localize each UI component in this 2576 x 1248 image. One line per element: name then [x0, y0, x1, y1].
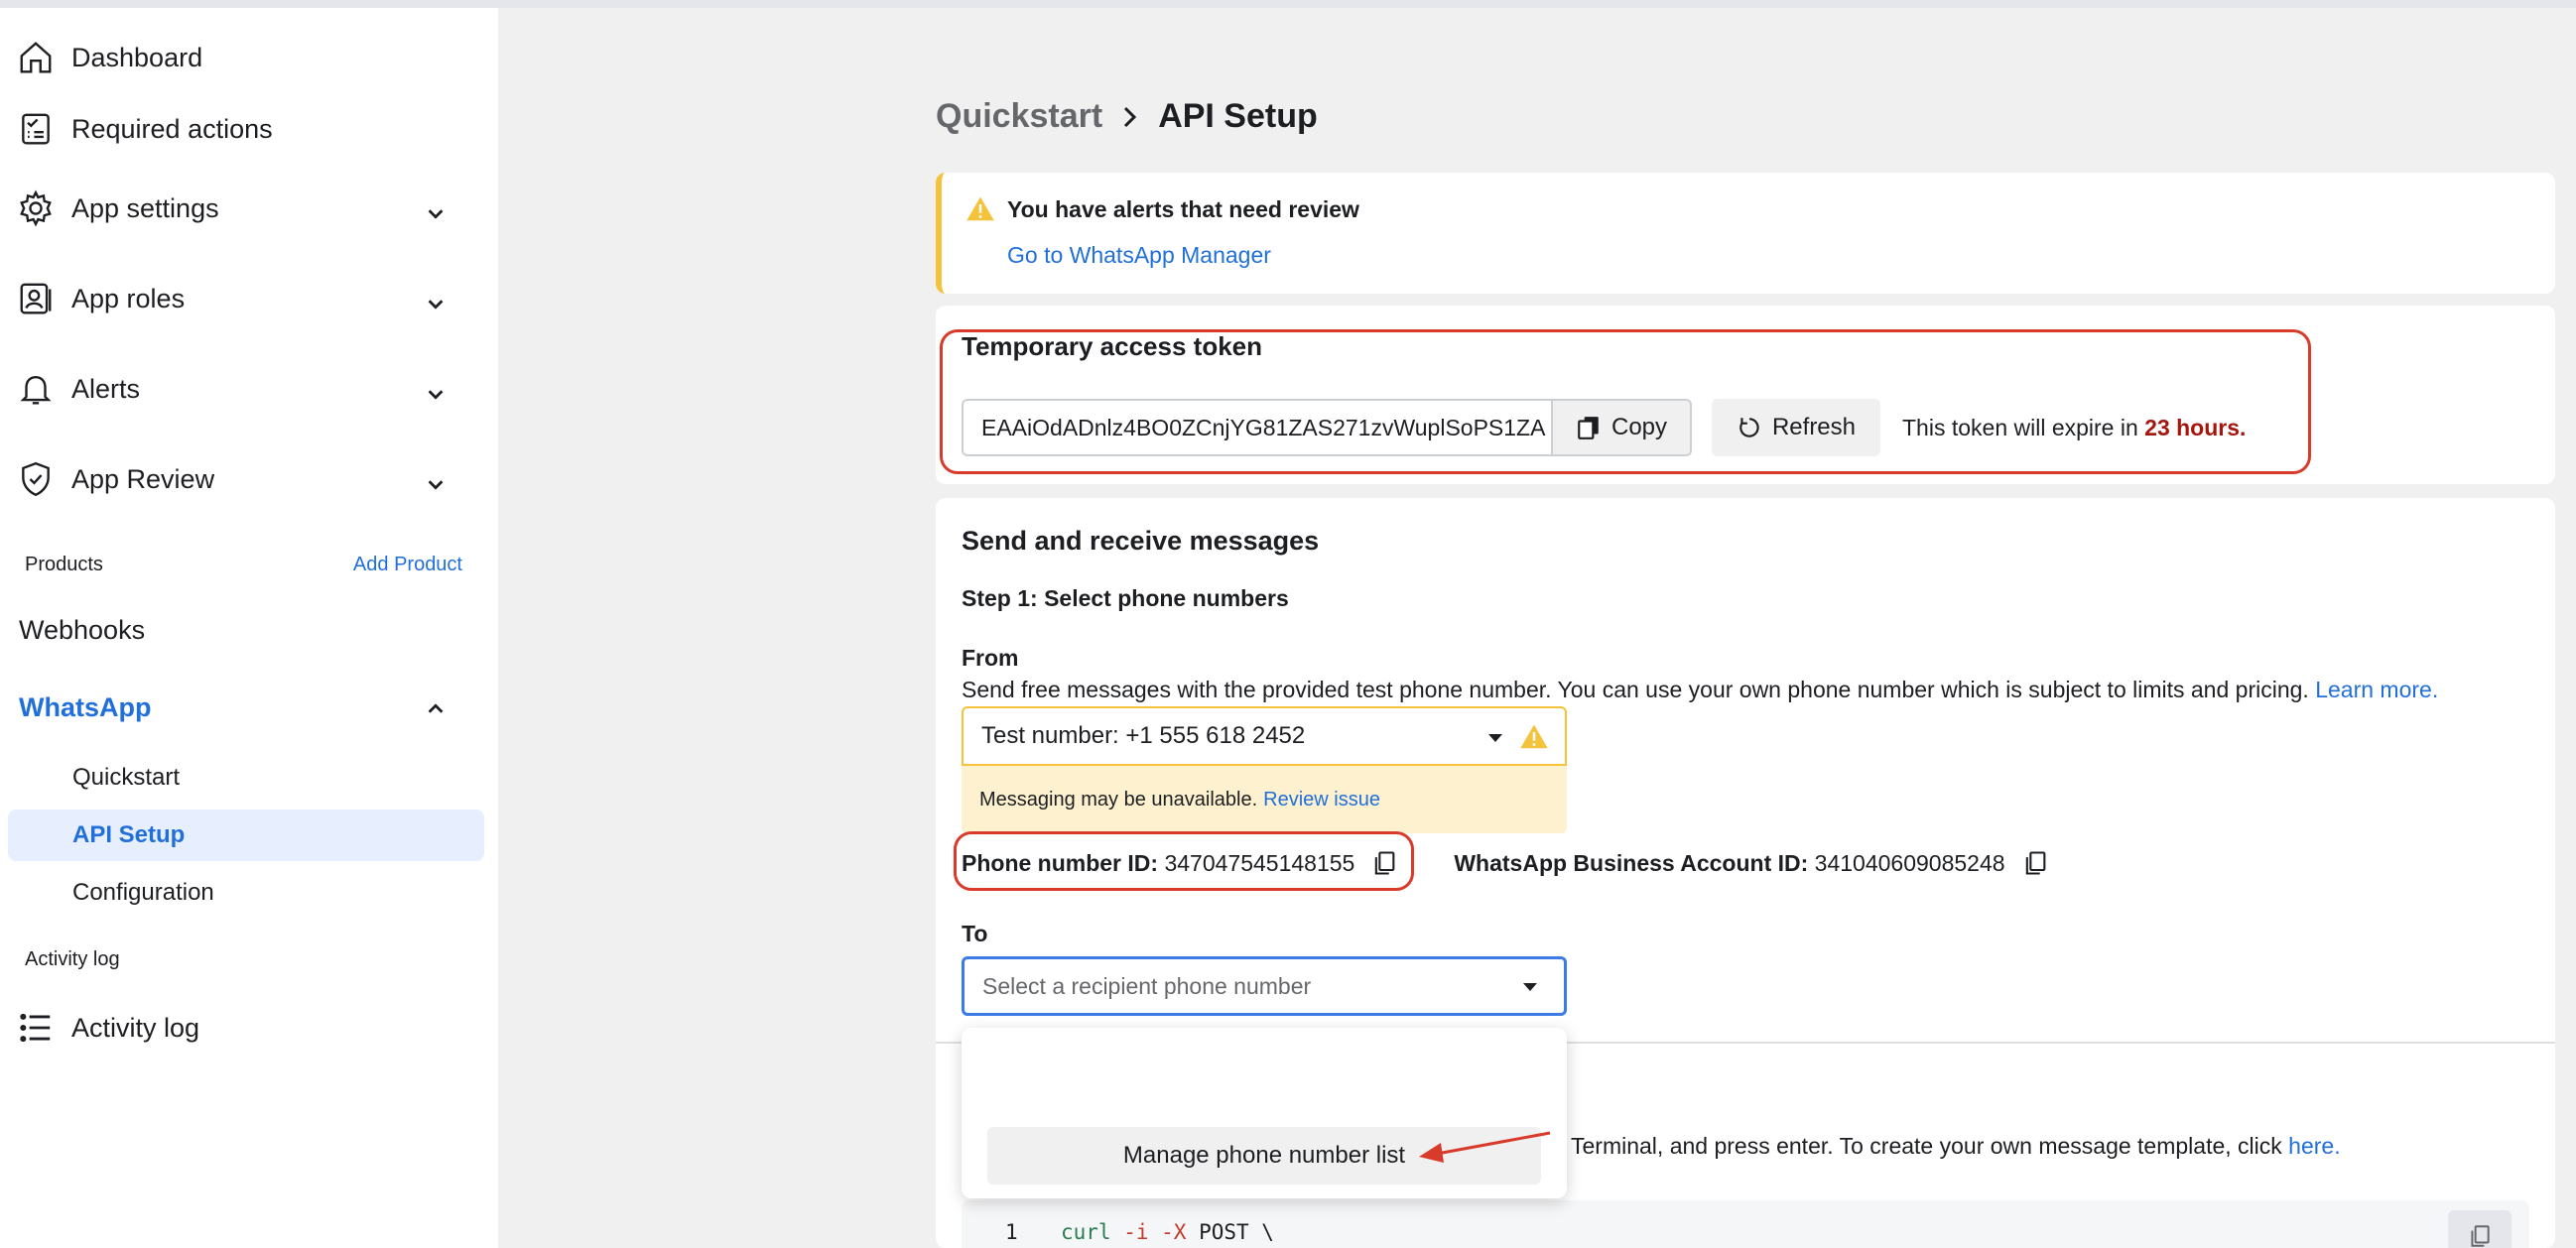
house-icon: [16, 38, 56, 77]
waba-id-value: 341040609085248: [1814, 849, 2005, 876]
to-label: To: [962, 921, 988, 946]
warning-icon: [966, 196, 994, 221]
sidebar-item-label: App Review: [71, 463, 215, 494]
alert-banner: You have alerts that need review Go to W…: [936, 173, 2555, 294]
checklist-icon: [16, 109, 56, 149]
sidebar-item-webhooks[interactable]: Webhooks: [19, 615, 145, 646]
copy-label: Copy: [1610, 414, 1668, 440]
id-row: Phone number ID: 347047545148155 WhatsAp…: [962, 849, 2049, 877]
sidebar-item-app-review[interactable]: App Review: [16, 459, 214, 499]
warning-icon: [1520, 724, 1548, 749]
template-here-link[interactable]: here.: [2288, 1133, 2340, 1159]
unavailable-text: Messaging may be unavailable.: [979, 788, 1258, 811]
refresh-icon: [1739, 418, 1759, 437]
sidebar-item-label: Activity log: [71, 1012, 200, 1043]
sidebar-item-activity-log[interactable]: Activity log: [16, 1008, 199, 1048]
expiry-value: 23 hours.: [2144, 415, 2247, 440]
review-issue-link[interactable]: Review issue: [1263, 789, 1380, 811]
line-number: 1: [1005, 1220, 1018, 1244]
list-icon: [16, 1008, 56, 1048]
from-description: Send free messages with the provided tes…: [962, 677, 2438, 703]
from-selected-value: Test number: +1 555 618 2452: [981, 722, 1306, 749]
whatsapp-manager-link[interactable]: Go to WhatsApp Manager: [1007, 242, 1271, 269]
gear-icon: [16, 188, 56, 228]
copy-code-button[interactable]: [2448, 1210, 2512, 1248]
manage-phone-list-button[interactable]: Manage phone number list: [987, 1127, 1541, 1185]
copy-icon: [1578, 417, 1599, 439]
code-flags: -i -X: [1123, 1220, 1187, 1244]
copy-icon[interactable]: [1370, 849, 1398, 877]
sidebar-item-label: Webhooks: [19, 615, 146, 645]
code-line: curl -i -X POST \: [1061, 1220, 1274, 1244]
token-expiry-text: This token will expire in 23 hours.: [1902, 415, 2246, 441]
bell-icon: [16, 369, 56, 409]
waba-id-label: WhatsApp Business Account ID:: [1454, 849, 1809, 876]
top-border: [0, 0, 2576, 8]
id-badge-icon: [16, 279, 56, 318]
caret-down-icon: [1488, 734, 1502, 742]
copy-icon[interactable]: [2021, 849, 2049, 877]
from-desc-text: Send free messages with the provided tes…: [962, 677, 2309, 702]
alert-title: You have alerts that need review: [1007, 196, 1359, 222]
chevron-down-icon[interactable]: [421, 379, 451, 409]
recipient-select[interactable]: Select a recipient phone number: [962, 956, 1567, 1016]
step1-heading: Step 1: Select phone numbers: [962, 585, 1289, 611]
code-block: 1 curl -i -X POST \: [962, 1200, 2529, 1248]
chevron-right-icon: [1120, 102, 1140, 132]
sidebar-subitem-configuration[interactable]: Configuration: [72, 879, 214, 907]
copy-icon: [2471, 1225, 2490, 1247]
chevron-down-icon[interactable]: [421, 289, 451, 318]
sidebar-item-label: Dashboard: [71, 42, 203, 72]
sidebar: Dashboard Required actions App settings …: [0, 8, 498, 1248]
sidebar-item-label: Required actions: [71, 113, 273, 144]
breadcrumb: Quickstart API Setup: [936, 97, 1318, 136]
learn-more-link[interactable]: Learn more.: [2315, 677, 2438, 702]
unavailable-notice: Messaging may be unavailable. Review issu…: [962, 766, 1567, 833]
code-command: curl: [1061, 1220, 1111, 1244]
refresh-token-button[interactable]: Refresh: [1712, 399, 1880, 456]
sidebar-item-label: Alerts: [71, 373, 141, 404]
products-section-label: Products: [25, 554, 103, 575]
sidebar-item-dashboard[interactable]: Dashboard: [16, 38, 202, 77]
sidebar-item-alerts[interactable]: Alerts: [16, 369, 140, 409]
sidebar-item-label: App settings: [71, 192, 219, 223]
chevron-down-icon[interactable]: [421, 469, 451, 499]
recipient-placeholder: Select a recipient phone number: [982, 972, 1312, 999]
access-token-field[interactable]: EAAiOdADnlz4BO0ZCnjYG81ZAS271zvWuplSoPS1…: [962, 399, 1553, 456]
chevron-down-icon[interactable]: [421, 198, 451, 228]
from-label: From: [962, 645, 1019, 671]
sidebar-item-label: App roles: [71, 283, 186, 313]
section-title: Send and receive messages: [962, 526, 1320, 556]
breadcrumb-parent[interactable]: Quickstart: [936, 97, 1102, 136]
activity-section-label: Activity log: [25, 948, 120, 970]
code-rest: POST \: [1186, 1220, 1274, 1244]
step2-instructions: Terminal, and press enter. To create you…: [1571, 1133, 2341, 1160]
sidebar-item-app-settings[interactable]: App settings: [16, 188, 219, 228]
sidebar-item-label: WhatsApp: [19, 692, 152, 722]
refresh-label: Refresh: [1771, 414, 1857, 440]
token-title: Temporary access token: [962, 331, 1262, 361]
recipient-dropdown-menu: Manage phone number list: [962, 1028, 1567, 1198]
caret-down-icon: [1523, 983, 1537, 991]
phone-id-value: 347047545148155: [1164, 849, 1355, 876]
access-token-card: Temporary access token EAAiOdADnlz4BO0ZC…: [936, 306, 2555, 484]
sidebar-subitem-quickstart[interactable]: Quickstart: [72, 764, 180, 792]
sidebar-item-required-actions[interactable]: Required actions: [16, 109, 273, 149]
sidebar-subitem-api-setup[interactable]: API Setup: [72, 821, 185, 849]
expiry-prefix: This token will expire in: [1902, 415, 2145, 440]
step2-text: Terminal, and press enter. To create you…: [1571, 1133, 2282, 1159]
chevron-up-icon[interactable]: [421, 694, 451, 724]
page-title: API Setup: [1158, 97, 1318, 135]
sidebar-item-whatsapp[interactable]: WhatsApp: [19, 692, 151, 723]
copy-token-button[interactable]: Copy: [1551, 399, 1692, 456]
from-number-select[interactable]: Test number: +1 555 618 2452: [962, 706, 1567, 766]
add-product-link[interactable]: Add Product: [353, 554, 462, 576]
shield-check-icon: [16, 459, 56, 499]
phone-id-label: Phone number ID:: [962, 849, 1159, 876]
sidebar-item-app-roles[interactable]: App roles: [16, 279, 185, 318]
